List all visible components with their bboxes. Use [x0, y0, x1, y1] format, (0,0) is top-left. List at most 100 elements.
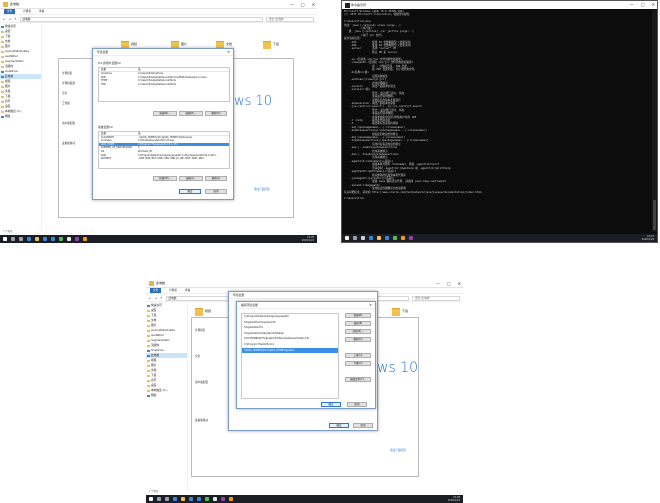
folder-icon — [149, 281, 154, 286]
browse-button[interactable]: 浏览(B)... — [345, 329, 371, 334]
console-output[interactable]: Microsoft Windows [版本 10.0.16299.192] (c)… — [344, 10, 651, 232]
folder-item[interactable]: 下载 — [391, 307, 425, 316]
maximize-button[interactable]: □ — [301, 0, 305, 9]
ok-button[interactable]: 确定 — [179, 189, 201, 194]
user-delete-button[interactable]: 删除(D) — [205, 111, 227, 116]
sys-new-button[interactable]: 新建(W)... — [153, 176, 177, 181]
app-icon[interactable] — [221, 497, 225, 501]
tab-computer[interactable]: 计算机 — [169, 288, 177, 293]
folder-item[interactable]: 下载 — [262, 40, 296, 49]
close-icon[interactable]: ✕ — [369, 302, 372, 309]
cancel-button[interactable]: 取消 — [347, 402, 367, 407]
explorer-icon[interactable] — [181, 497, 185, 501]
search-icon[interactable] — [353, 236, 357, 240]
start-icon[interactable] — [345, 236, 349, 240]
user-new-button[interactable]: 新建(N)... — [153, 111, 177, 116]
minimize-button[interactable]: — — [630, 1, 634, 9]
forward-icon[interactable]: → — [155, 296, 158, 300]
user-edit-button[interactable]: 编辑(E)... — [179, 111, 203, 116]
minimize-button[interactable]: — — [290, 0, 294, 9]
ok-button[interactable]: 确定 — [329, 423, 349, 428]
clock[interactable]: 15:26 2018/1/24 — [302, 236, 314, 242]
app-icon[interactable] — [205, 497, 209, 501]
search-icon[interactable] — [157, 497, 161, 501]
nav-item[interactable]: 网络 — [0, 114, 41, 119]
system-vars-label: 系统变量(S) — [98, 125, 114, 129]
store-icon[interactable] — [385, 236, 389, 240]
app-icon[interactable] — [409, 236, 413, 240]
sys-edit-button[interactable]: 编辑(I)... — [179, 176, 203, 181]
close-button[interactable]: ✕ — [652, 1, 655, 9]
window-controls: — □ ✕ — [290, 0, 315, 9]
list-item-selected[interactable]: %JAVA_HOME%\bin;%JAVA_HOME%\jre\bin; — [242, 347, 338, 354]
edge-icon[interactable] — [27, 237, 31, 241]
up-icon[interactable]: ↑ — [14, 17, 17, 21]
maximize-button[interactable]: □ — [641, 1, 645, 9]
address-input[interactable]: 此电脑 — [19, 16, 263, 22]
up-icon[interactable]: ↑ — [160, 296, 163, 300]
app-icon[interactable] — [83, 237, 87, 241]
forward-icon[interactable]: → — [9, 17, 12, 21]
left-label: 计算机名 — [195, 329, 206, 332]
col-value[interactable]: 值 — [138, 68, 229, 71]
folder-item[interactable]: 视频 — [194, 307, 228, 316]
tab-file[interactable]: 文件 — [150, 288, 162, 293]
cancel-button[interactable]: 取消 — [205, 189, 227, 194]
search-input[interactable]: 搜索"此电脑" — [266, 16, 314, 22]
task-view-icon[interactable] — [19, 237, 23, 241]
mail-icon[interactable] — [51, 237, 55, 241]
mail-icon[interactable] — [197, 497, 201, 501]
clock[interactable]: 15:28 2018/1/24 — [448, 496, 460, 502]
app-icon[interactable] — [393, 236, 397, 240]
app-icon[interactable] — [67, 237, 71, 241]
move-up-button[interactable]: 上移(U) — [345, 353, 371, 358]
search-icon[interactable] — [11, 237, 15, 241]
maximize-button[interactable]: □ — [447, 279, 451, 288]
task-view-icon[interactable] — [165, 497, 169, 501]
clock[interactable]: 15:27 2018/1/24 — [642, 235, 654, 241]
close-button[interactable]: ✕ — [312, 0, 315, 9]
app-icon[interactable] — [401, 236, 405, 240]
close-icon[interactable]: ✕ — [227, 49, 230, 56]
path-list[interactable]: C:\ProgramData\Oracle\Java\javapath %Sys… — [241, 313, 339, 399]
store-icon[interactable] — [43, 237, 47, 241]
move-down-button[interactable]: 下移(O) — [345, 361, 371, 366]
tab-computer[interactable]: 计算机 — [23, 9, 31, 14]
app-icon[interactable] — [75, 237, 79, 241]
table-row[interactable]: TMP C:\Users\Tra\AppData\Local\Temp — [99, 83, 229, 87]
close-button[interactable]: ✕ — [458, 279, 461, 288]
user-vars-table[interactable]: 变量值 OneDrive C:\Users\Tra\OneDrive Path C:… — [98, 67, 230, 102]
edit-text-button[interactable]: 编辑文本(T)... — [345, 377, 371, 382]
new-button[interactable]: 新建(N) — [345, 313, 371, 318]
explorer-icon[interactable] — [377, 236, 381, 240]
search-input[interactable]: 搜索"此电脑" — [412, 295, 460, 301]
explorer-icon[interactable] — [35, 237, 39, 241]
table-row[interactable]: PATHEXT .COM;.EXE;.BAT;.CMD;.VBS;.VBE;.JS… — [99, 157, 229, 161]
edit-button[interactable]: 编辑(E) — [345, 321, 371, 326]
tab-view[interactable]: 查看 — [185, 288, 190, 293]
edge-icon[interactable] — [369, 236, 373, 240]
tab-view[interactable]: 查看 — [39, 9, 44, 14]
nav-item[interactable]: 网络 — [146, 393, 187, 398]
system-vars-table[interactable]: 变量值 CLASSPATH .;%JAVA_HOME%\lib;%JAVA_HOM… — [98, 131, 230, 169]
sys-delete-button[interactable]: 删除(L) — [205, 176, 227, 181]
cmd-task-icon[interactable] — [361, 236, 365, 240]
change-key-link[interactable]: 更改产品密钥 — [390, 448, 406, 452]
scrollbar[interactable] — [652, 10, 657, 232]
app-icon[interactable] — [229, 497, 233, 501]
change-key-link[interactable]: 更改产品密钥 — [254, 187, 270, 191]
edge-icon[interactable] — [173, 497, 177, 501]
start-icon[interactable] — [3, 237, 7, 241]
store-icon[interactable] — [189, 497, 193, 501]
back-icon[interactable]: ← — [149, 296, 152, 300]
ok-button[interactable]: 确定 — [321, 402, 341, 407]
minimize-button[interactable]: — — [436, 279, 440, 288]
app-icon[interactable] — [59, 237, 63, 241]
app-icon[interactable] — [213, 497, 217, 501]
tab-file[interactable]: 文件 — [4, 9, 16, 14]
delete-button[interactable]: 删除(D) — [345, 337, 371, 342]
col-variable[interactable]: 变量 — [99, 68, 138, 71]
back-icon[interactable]: ← — [3, 17, 6, 21]
cancel-button[interactable]: 取消 — [353, 423, 373, 428]
start-icon[interactable] — [149, 497, 153, 501]
